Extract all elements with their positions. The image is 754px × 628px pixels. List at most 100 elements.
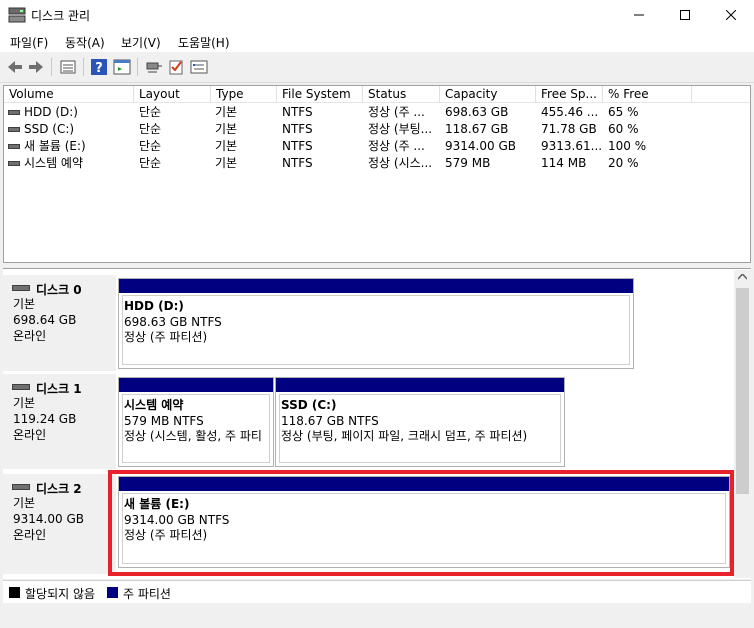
menu-help[interactable]: 도움말(H) [178,34,230,51]
toolbar-separator [51,58,52,76]
scrollbar-thumb[interactable] [736,288,749,494]
cell-layout: 단순 [139,156,162,170]
cell-volume: HDD (D:) [24,105,78,119]
column-header-capacity[interactable]: Capacity [440,86,536,103]
cell-percent-free: 100 % [608,139,647,153]
partition-size: 698.63 GB NTFS [124,315,222,329]
column-header-percent-free[interactable]: % Free [603,86,692,103]
partition-size: 579 MB NTFS [124,414,204,428]
legend: 할당되지 않음 주 파티션 [3,580,751,603]
connect-icon[interactable] [145,58,163,76]
menu-bar: 파일(F) 동작(A) 보기(V) 도움말(H) [0,30,754,52]
check-icon[interactable] [167,58,185,76]
drive-icon [8,110,20,115]
cell-type: 기본 [215,139,238,153]
scroll-up-icon[interactable] [738,274,747,280]
partition-title: 시스템 예약 [124,398,184,412]
cell-status: 정상 (시스... [368,156,433,170]
maximize-button[interactable] [662,0,708,30]
column-header-free-space[interactable]: Free Sp... [536,86,603,103]
close-icon [726,10,736,20]
drive-icon [8,144,20,149]
minimize-icon [634,14,644,16]
menu-file[interactable]: 파일(F) [10,34,48,51]
partition-title: SSD (C:) [281,398,337,412]
cell-status: 정상 (주 ... [368,139,425,153]
cell-percent-free: 20 % [608,156,639,170]
column-header-empty [692,86,750,103]
back-icon[interactable] [6,58,24,76]
disk-name: 디스크 0 [36,283,82,297]
cell-file-system: NTFS [282,156,313,170]
disk-size: 698.64 GB [13,313,77,327]
disk-type: 기본 [13,496,36,510]
maximize-icon [680,10,690,20]
partition-title: HDD (D:) [124,299,184,313]
cell-capacity: 698.63 GB [445,105,509,119]
properties-icon[interactable] [190,58,208,76]
cell-status: 정상 (주 ... [368,105,425,119]
list-view-icon[interactable] [59,58,77,76]
legend-swatch-unallocated [9,587,20,598]
partition-hdd-d[interactable]: HDD (D:) 698.63 GB NTFS 정상 (주 파티션) [118,278,634,369]
drive-icon [8,127,20,132]
title-bar: 디스크 관리 [0,0,754,30]
cell-file-system: NTFS [282,105,313,119]
column-header-status[interactable]: Status [363,86,440,103]
disk-state: 온라인 [13,528,47,542]
legend-label-primary: 주 파티션 [123,587,171,601]
cell-capacity: 579 MB [445,156,491,170]
minimize-button[interactable] [616,0,662,30]
cell-file-system: NTFS [282,122,313,136]
partition-status: 정상 (부팅, 페이지 파일, 크래시 덤프, 주 파티션) [281,429,528,443]
partition-size: 118.67 GB NTFS [281,414,379,428]
menu-view[interactable]: 보기(V) [121,34,161,51]
partition-status: 정상 (주 파티션) [124,330,208,344]
cell-status: 정상 (부팅... [368,122,433,136]
disk-icon [12,484,30,490]
help-icon[interactable]: ? [90,58,108,76]
disk-icon [12,285,30,291]
column-header-file-system[interactable]: File System [277,86,363,103]
status-bar [0,604,754,628]
partition-system-reserved[interactable]: 시스템 예약 579 MB NTFS 정상 (시스템, 활성, 주 파티 [118,377,274,467]
legend-swatch-primary [107,587,118,598]
cell-free-space: 9313.61... [541,139,602,153]
cell-percent-free: 60 % [608,122,639,136]
cell-percent-free: 65 % [608,105,639,119]
cell-layout: 단순 [139,105,162,119]
close-button[interactable] [708,0,754,30]
partition-bar [119,279,633,293]
toolbar-separator [83,58,84,76]
window-title: 디스크 관리 [31,9,91,23]
disk-2-header[interactable]: 디스크 2 기본 9314.00 GB 온라인 [3,474,116,574]
cell-layout: 단순 [139,122,162,136]
disk-name: 디스크 1 [36,382,82,396]
menu-action[interactable]: 동작(A) [65,34,105,51]
legend-label-unallocated: 할당되지 않음 [25,587,96,601]
drive-icon [8,161,20,166]
cell-layout: 단순 [139,139,162,153]
toolbar: ? [0,52,754,83]
partition-ssd-c[interactable]: SSD (C:) 118.67 GB NTFS 정상 (부팅, 페이지 파일, … [275,377,565,467]
disk-size: 9314.00 GB [13,512,84,526]
cell-type: 기본 [215,156,238,170]
cell-volume: 새 볼륨 (E:) [24,139,86,153]
column-header-layout[interactable]: Layout [134,86,211,103]
svg-text:?: ? [95,61,103,76]
column-header-volume[interactable]: Volume [4,86,134,103]
disk-management-icon [8,7,26,23]
console-icon[interactable] [113,58,131,76]
cell-free-space: 71.78 GB [541,122,597,136]
disk-type: 기본 [13,297,36,311]
cell-volume: 시스템 예약 [24,156,84,170]
disk-1-header[interactable]: 디스크 1 기본 119.24 GB 온라인 [3,374,116,469]
cell-capacity: 118.67 GB [445,122,509,136]
column-header-type[interactable]: Type [211,86,277,103]
forward-icon[interactable] [27,58,45,76]
disk-type: 기본 [13,396,36,410]
disk-0-header[interactable]: 디스크 0 기본 698.64 GB 온라인 [3,275,116,371]
cell-capacity: 9314.00 GB [445,139,516,153]
cell-type: 기본 [215,105,238,119]
partition-bar [119,378,273,392]
